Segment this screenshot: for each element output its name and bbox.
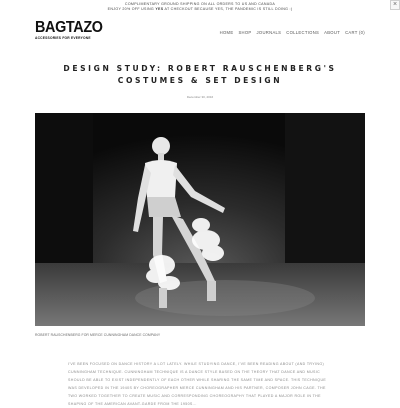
nav-journals[interactable]: Journals xyxy=(257,30,282,35)
close-icon: × xyxy=(392,1,398,8)
site-logo[interactable]: BAGTAZO Accessories for everyone xyxy=(35,19,110,41)
announcement-line-2: Enjoy 20% off using YES at checkout beca… xyxy=(0,7,400,12)
announcement-prefix: Enjoy 20% off using xyxy=(107,7,156,11)
announcement-bar: Complimentary ground shipping on all ord… xyxy=(0,0,400,18)
announcement-suffix: at checkout because yes, the pandemic is… xyxy=(163,7,293,11)
nav-about[interactable]: About xyxy=(324,30,340,35)
close-announcement-button[interactable]: × xyxy=(390,0,400,10)
post-body-paragraph: I've been focused on dance history a lot… xyxy=(68,362,327,406)
dancer-photo xyxy=(35,113,365,326)
nav-collections[interactable]: Collections xyxy=(286,30,319,35)
main-nav: Home Shop Journals Collections About Car… xyxy=(220,30,365,35)
post-hero-image xyxy=(35,113,365,326)
nav-shop[interactable]: Shop xyxy=(238,30,251,35)
post-date: December 30, 2016 xyxy=(186,95,214,99)
post-title: Design Study: Robert Rauschenberg's Cost… xyxy=(63,64,337,86)
nav-home[interactable]: Home xyxy=(220,30,234,35)
logo-tagline: Accessories for everyone xyxy=(35,36,91,40)
post-body: I've been focused on dance history a lot… xyxy=(68,360,332,408)
image-caption: Robert Rauschenberg for Merce Cunningham… xyxy=(35,333,161,337)
nav-cart[interactable]: Cart (0) xyxy=(345,30,365,35)
logo-wordmark: BAGTAZO xyxy=(35,19,103,36)
